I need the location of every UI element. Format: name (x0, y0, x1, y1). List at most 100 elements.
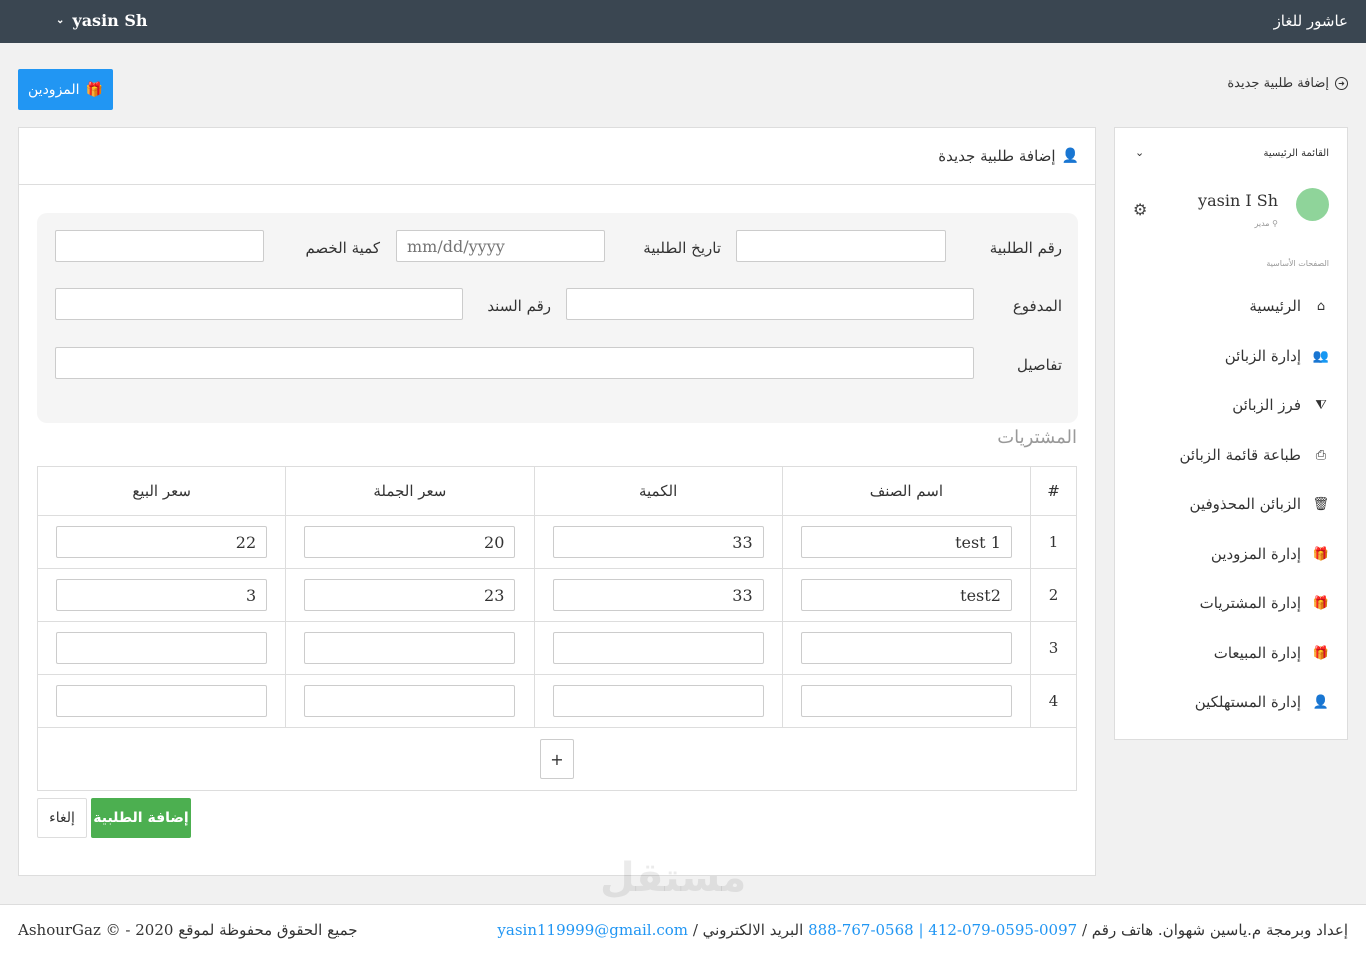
chevron-down-icon: ⌄ (56, 15, 65, 26)
quantity-input[interactable] (552, 579, 764, 611)
sidebar-item-label: إدارة المبيعات (1213, 644, 1301, 662)
sidebar-item-sort-customers[interactable]: ⧩ فرز الزبائن (1232, 392, 1329, 418)
top-bar: ⌄ yasin Sh عاشور للغاز (0, 0, 1366, 43)
footer: جميع الحقوق محفوظة لموقع 2020 - © Ashour… (0, 904, 1366, 956)
credits-text: إعداد وبرمجة م.ياسين شهوان. هاتف رقم / 0… (497, 921, 1348, 939)
suppliers-button-label: المزودين (28, 81, 80, 98)
column-header-number: # (1030, 466, 1077, 516)
email-label: البريد الالكتروني / (692, 921, 804, 939)
sidebar-item-label: فرز الزبائن (1232, 396, 1301, 414)
wholesale-price-input[interactable] (304, 579, 516, 611)
panel-header: 👤 إضافة طلبية جديدة (19, 128, 1095, 185)
quantity-input[interactable] (552, 632, 764, 664)
column-header-item-name: اسم الصنف (781, 466, 1032, 516)
sidebar-item-sales[interactable]: 🎁 إدارة المبيعات (1214, 640, 1329, 666)
sidebar-item-customers[interactable]: 👥 إدارة الزبائن (1225, 343, 1329, 369)
column-header-sale-price: سعر البيع (36, 466, 287, 516)
avatar[interactable] (1296, 188, 1329, 221)
details-label: تفاصيل (1017, 356, 1062, 374)
sidebar-item-deleted-customers[interactable]: 🗑 الزبائن المحذوفين (1190, 491, 1329, 517)
row-number: 4 (1030, 674, 1077, 728)
sidebar-item-print-customers[interactable]: ⎙ طباعة قائمة الزبائن (1179, 442, 1329, 468)
gift-icon: 🎁 (1312, 546, 1329, 562)
sidebar-item-label: إدارة المستهلكين (1194, 693, 1301, 711)
email-link[interactable]: yasin119999@gmail.com (497, 921, 688, 939)
row-number: 2 (1030, 568, 1077, 622)
sidebar-item-label: الرئيسية (1249, 297, 1301, 315)
order-number-input[interactable] (736, 230, 946, 262)
sidebar: القائمة الرئيسية ⌄ yasin I Sh ⚲ مدير ⚙ ا… (1114, 127, 1348, 740)
sale-price-input[interactable] (56, 526, 268, 558)
sidebar-item-label: إدارة الزبائن (1224, 347, 1301, 365)
paid-label: المدفوع (1012, 297, 1062, 315)
item-name-input[interactable] (800, 632, 1012, 664)
table-row: 4 (36, 674, 1077, 728)
order-date-label: تاريخ الطلبية (643, 239, 721, 257)
paid-input[interactable] (566, 288, 974, 320)
sidebar-item-home[interactable]: ⌂ الرئيسية (1249, 293, 1329, 319)
sidebar-section-title: الصفحات الأساسية (1266, 259, 1329, 268)
sidebar-title: القائمة الرئيسية (1263, 148, 1329, 159)
sidebar-item-suppliers[interactable]: 🎁 إدارة المزودين (1211, 541, 1329, 567)
wholesale-price-input[interactable] (304, 526, 516, 558)
suppliers-button[interactable]: 🎁 المزودين (18, 69, 113, 110)
wholesale-price-input[interactable] (304, 632, 516, 664)
user-menu[interactable]: ⌄ yasin Sh (56, 11, 148, 30)
item-name-input[interactable] (800, 685, 1012, 717)
arrow-right-circle-icon: ➜ (1335, 77, 1348, 90)
table-row: 3 (36, 621, 1077, 675)
receipt-number-input[interactable] (55, 288, 463, 320)
sidebar-item-label: إدارة المشتريات (1199, 594, 1301, 612)
order-number-label: رقم الطلبية (989, 239, 1062, 257)
gift-icon: 🎁 (1312, 595, 1329, 611)
gear-icon[interactable]: ⚙ (1133, 200, 1147, 219)
home-icon: ⌂ (1316, 298, 1326, 314)
sidebar-item-consumers[interactable]: 👤 إدارة المستهلكين (1195, 689, 1329, 715)
gift-icon: 🎁 (1312, 645, 1329, 661)
sidebar-item-label: إدارة المزودين (1210, 545, 1301, 563)
sidebar-item-label: طباعة قائمة الزبائن (1179, 446, 1301, 464)
column-header-wholesale-price: سعر الجملة (285, 466, 535, 516)
wholesale-price-input[interactable] (304, 685, 516, 717)
phone-numbers[interactable]: 0097-0595-079-412 | 0568-767-888 (808, 921, 1077, 939)
row-number: 1 (1030, 515, 1077, 569)
sale-price-input[interactable] (56, 632, 268, 664)
quantity-input[interactable] (552, 526, 764, 558)
add-order-button[interactable]: إضافة الطلبية (91, 798, 191, 838)
details-input[interactable] (55, 347, 974, 379)
purchases-table: # اسم الصنف الكمية سعر الجملة سعر البيع … (36, 466, 1077, 791)
sidebar-user-role: ⚲ مدير (1254, 219, 1278, 228)
breadcrumb[interactable]: ➜ إضافة طلبية جديدة (1227, 76, 1348, 91)
sidebar-item-purchases[interactable]: 🎁 إدارة المشتريات (1200, 590, 1329, 616)
item-name-input[interactable] (800, 526, 1012, 558)
order-form: رقم الطلبية تاريخ الطلبية كمية الخصم الم… (37, 213, 1078, 423)
user-name: yasin Sh (72, 11, 148, 30)
item-name-input[interactable] (800, 579, 1012, 611)
sidebar-item-label: الزبائن المحذوفين (1189, 495, 1301, 513)
sale-price-input[interactable] (56, 685, 268, 717)
discount-input[interactable] (55, 230, 264, 262)
trash-icon: 🗑 (1312, 496, 1329, 512)
users-icon: 👥 (1312, 348, 1329, 364)
quantity-input[interactable] (552, 685, 764, 717)
user-cog-icon: 👤 (1061, 148, 1079, 164)
sale-price-input[interactable] (56, 579, 268, 611)
panel-title: إضافة طلبية جديدة (938, 147, 1056, 165)
discount-label: كمية الخصم (305, 239, 380, 257)
new-order-panel: 👤 إضافة طلبية جديدة رقم الطلبية تاريخ ال… (18, 127, 1096, 876)
purchases-title: المشتريات (997, 427, 1077, 448)
location-icon: ⚲ (1272, 219, 1278, 228)
user-icon: 👤 (1312, 694, 1329, 710)
table-row: 1 (36, 515, 1077, 569)
print-icon: ⎙ (1315, 447, 1327, 463)
add-row-button[interactable]: + (540, 739, 574, 779)
brand-title[interactable]: عاشور للغاز (1274, 12, 1348, 30)
table-header-row: # اسم الصنف الكمية سعر الجملة سعر البيع (36, 466, 1077, 516)
table-row: 2 (36, 568, 1077, 622)
cancel-button[interactable]: إلغاء (37, 798, 87, 838)
order-date-input[interactable] (396, 230, 605, 262)
add-row: + (37, 727, 1077, 791)
chevron-down-icon[interactable]: ⌄ (1135, 146, 1144, 159)
receipt-number-label: رقم السند (487, 297, 551, 315)
copyright-text: جميع الحقوق محفوظة لموقع 2020 - © Ashour… (18, 921, 358, 939)
